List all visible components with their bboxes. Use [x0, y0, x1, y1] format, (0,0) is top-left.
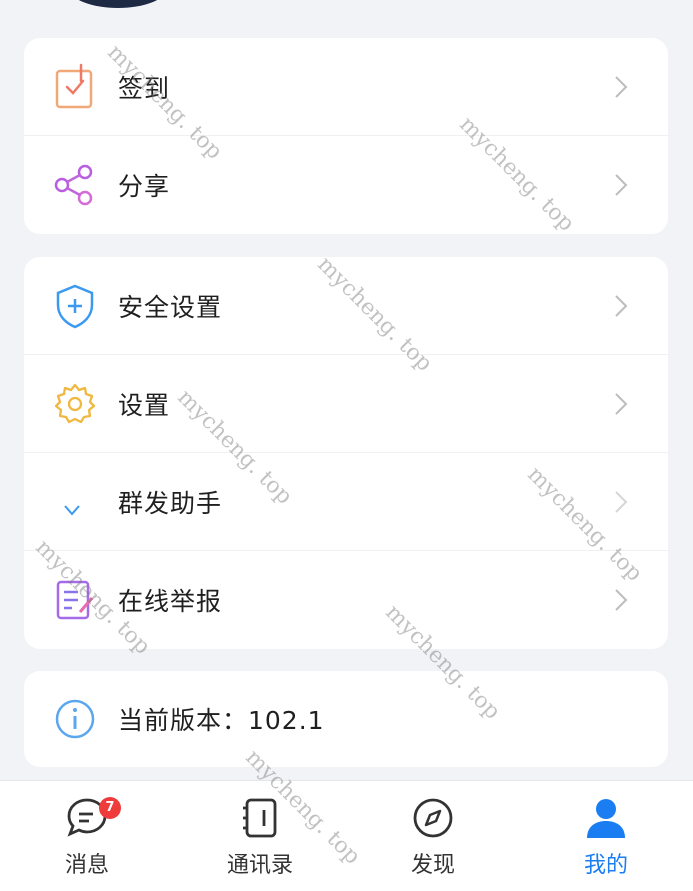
chevron-right-icon — [615, 294, 628, 317]
broadcast-icon — [52, 479, 98, 525]
bottom-tab-bar: 7 消息 通讯录 发现 我的 — [0, 780, 693, 891]
menu-item-settings[interactable]: 设置 — [24, 355, 668, 453]
info-icon — [52, 696, 98, 742]
menu-item-broadcast[interactable]: 群发助手 — [24, 453, 668, 551]
tab-label: 发现 — [410, 853, 455, 878]
tab-contacts[interactable]: 通讯录 — [200, 781, 320, 891]
tab-messages[interactable]: 7 消息 — [27, 781, 147, 891]
tab-label: 通讯录 — [226, 853, 293, 878]
version-row[interactable]: 当前版本：102.1 — [24, 671, 668, 767]
menu-item-checkin[interactable]: 签到 — [24, 38, 668, 136]
chevron-right-icon — [615, 589, 628, 611]
contacts-icon — [237, 795, 283, 841]
tab-label: 我的 — [583, 853, 628, 878]
unread-badge: 7 — [99, 797, 121, 819]
tab-label: 消息 — [64, 853, 109, 878]
compass-icon — [410, 795, 456, 841]
shield-icon — [52, 283, 98, 329]
menu-item-report[interactable]: 在线举报 — [24, 551, 668, 649]
share-icon — [52, 162, 98, 208]
checkin-icon — [52, 63, 98, 110]
version-card: 当前版本：102.1 — [24, 671, 668, 767]
tab-profile[interactable]: 我的 — [546, 781, 666, 891]
menu-card-primary: 签到 分享 — [24, 38, 668, 234]
chevron-right-icon — [615, 392, 628, 415]
chevron-right-icon — [615, 75, 628, 98]
version-label: 当前版本：102.1 — [118, 706, 325, 735]
profile-icon — [583, 795, 629, 841]
menu-item-label: 签到 — [118, 73, 171, 103]
tab-discover[interactable]: 发现 — [373, 781, 493, 891]
report-icon — [52, 577, 98, 623]
menu-item-security[interactable]: 安全设置 — [24, 257, 668, 355]
menu-item-label: 分享 — [118, 172, 171, 201]
chevron-right-icon — [615, 490, 628, 513]
menu-item-label: 在线举报 — [118, 587, 223, 616]
chevron-right-icon — [615, 174, 628, 196]
menu-item-share[interactable]: 分享 — [24, 136, 668, 234]
menu-card-settings: 安全设置 设置 群发助手 在线举报 — [24, 257, 668, 649]
menu-item-label: 设置 — [118, 390, 171, 420]
menu-item-label: 群发助手 — [118, 488, 223, 518]
avatar[interactable] — [70, 0, 166, 8]
menu-item-label: 安全设置 — [118, 292, 223, 322]
gear-icon — [52, 381, 98, 427]
